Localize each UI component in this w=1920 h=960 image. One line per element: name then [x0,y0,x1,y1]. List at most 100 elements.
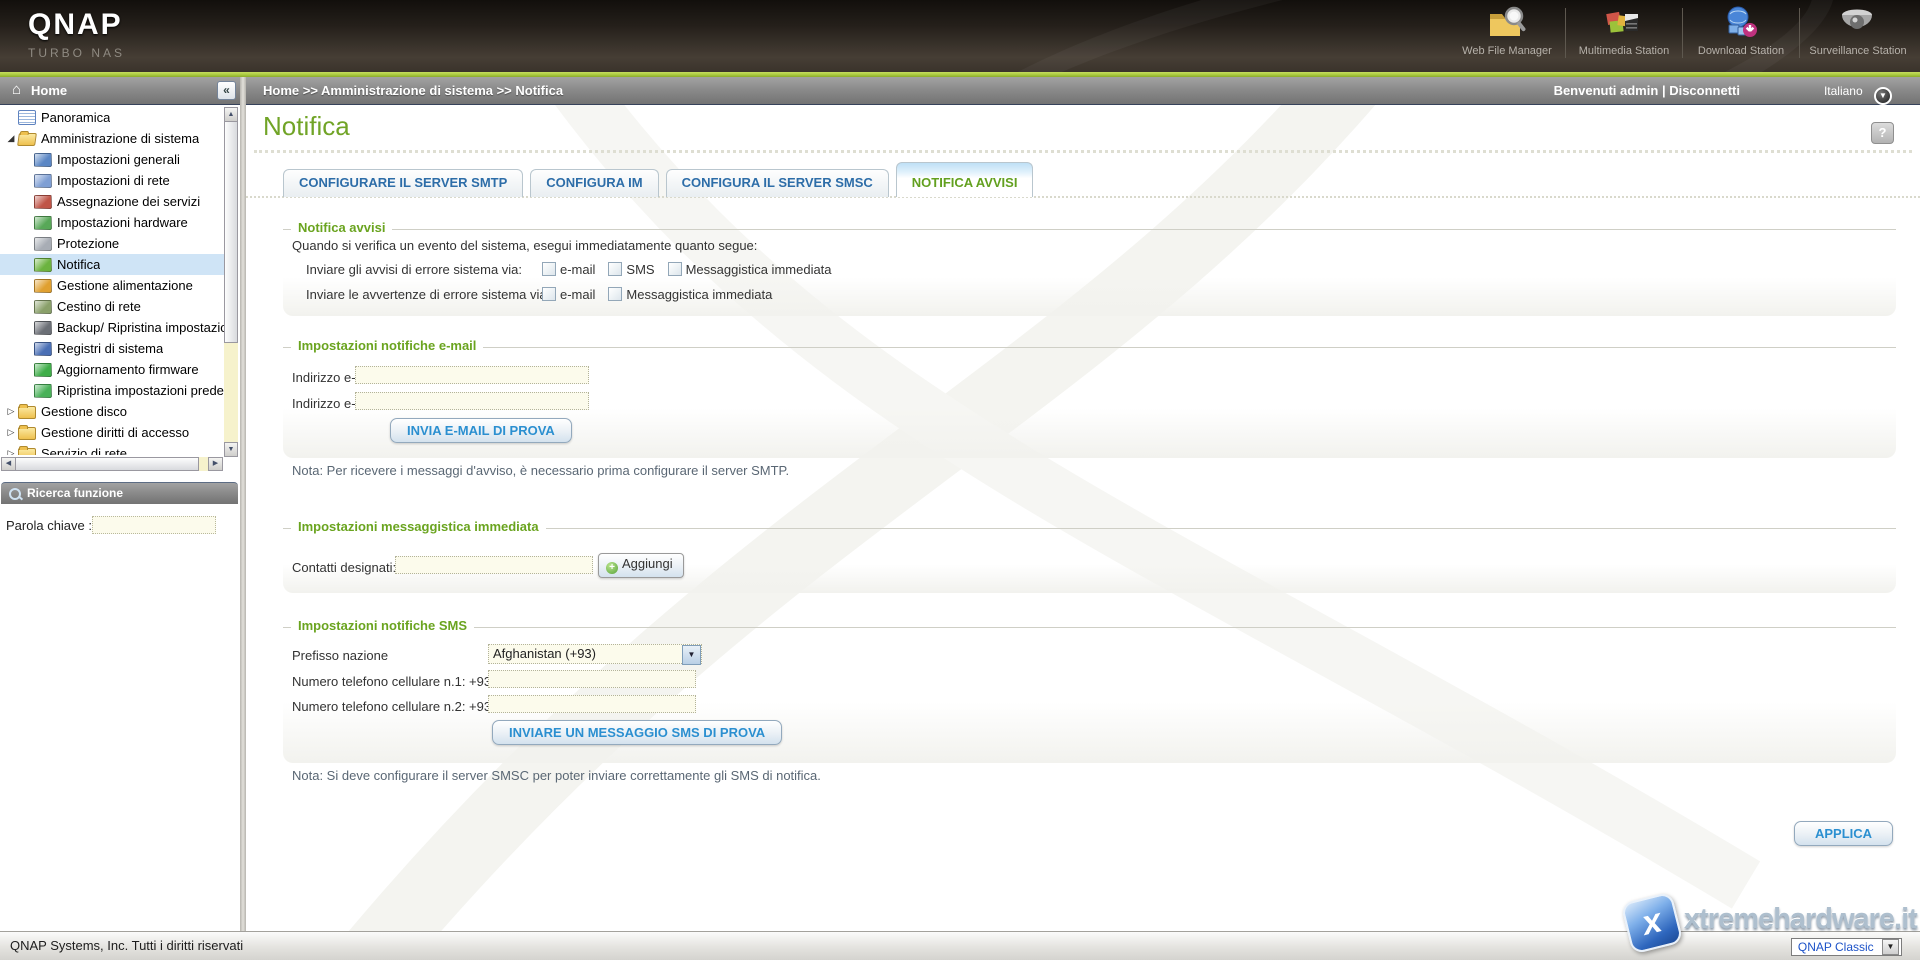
add-contact-button[interactable]: +Aggiungi [598,553,684,578]
station-multimedia-station[interactable]: Multimedia Station [1568,2,1680,68]
system-warning-alert-row: Inviare le avvertenze di errore sistema … [306,286,785,302]
email2-input[interactable] [355,392,589,410]
function-search-title: Ricerca funzione [27,483,123,504]
sidebar-item-disk-management[interactable]: ▷ Gestione disco [0,401,224,422]
sidebar-item-network-recycle-bin[interactable]: Cestino di rete [0,296,224,317]
title-separator [254,150,1912,153]
scroll-down-button[interactable]: ▼ [224,442,238,457]
skin-selector[interactable]: QNAP Classic ▼ [1791,938,1902,956]
sidebar: Panoramica◢Amministrazione di sistemaImp… [0,105,240,931]
notification-icon [34,258,52,272]
sms-notification-section: Impostazioni notifiche SMS Prefisso nazi… [283,627,1896,763]
send-test-email-button[interactable]: INVIA E-MAIL DI PROVA [390,418,572,443]
checkbox[interactable] [668,262,682,276]
scroll-right-button[interactable]: ▶ [208,457,223,471]
option-messaggistica-immediata: Messaggistica immediata [608,287,772,302]
tab-configurare-il-server-smtp[interactable]: CONFIGURARE IL SERVER SMTP [283,169,523,197]
vertical-scroll-thumb[interactable] [224,121,238,343]
checkbox[interactable] [542,262,556,276]
plus-icon: + [606,562,618,574]
sidebar-item-system-logs[interactable]: Registri di sistema [0,338,224,359]
disk-management-folder-icon [18,406,36,419]
keyword-input[interactable] [92,516,216,534]
tab-bar: CONFIGURARE IL SERVER SMTPCONFIGURA IM CO… [283,162,1040,197]
tree-item-label: Panoramica [41,107,110,128]
sidebar-item-notification[interactable]: Notifica [0,254,224,275]
sidebar-item-network-service[interactable]: ▷Servizio di rete [0,443,224,455]
service-assignment-icon [34,195,52,209]
sidebar-item-power-management[interactable]: Gestione alimentazione [0,275,224,296]
station-divider [1799,8,1800,58]
phone1-input[interactable] [488,670,696,688]
select-dropdown-arrow-icon[interactable]: ▼ [682,645,701,665]
phone2-input[interactable] [488,695,696,713]
alert-intro-text: Quando si verifica un evento del sistema… [292,238,757,253]
access-rights-folder-icon [18,427,36,440]
collapsed-arrow-icon[interactable]: ▷ [4,422,18,443]
tree-item-label: Gestione diritti di accesso [41,422,189,443]
sidebar-item-service-assignment[interactable]: Assegnazione dei servizi [0,191,224,212]
skin-selector-value: QNAP Classic [1798,940,1874,954]
tab-configura-im[interactable]: CONFIGURA IM [530,169,658,197]
navigation-tree: Panoramica◢Amministrazione di sistemaImp… [0,107,224,455]
instant-messaging-section: Impostazioni messaggistica immediata Con… [283,528,1896,593]
system-error-alert-row: Inviare gli avvisi di errore sistema via… [306,261,845,277]
sidebar-item-security[interactable]: Protezione [0,233,224,254]
sidebar-item-system-administration[interactable]: ◢Amministrazione di sistema [0,128,224,149]
email-section-legend: Impostazioni notifiche e-mail [291,338,483,353]
station-label: Download Station [1685,45,1797,57]
main-content: Notifica ? CONFIGURARE IL SERVER SMTPCON… [246,105,1920,931]
search-icon [9,488,21,500]
language-dropdown-icon[interactable]: ▼ [1874,87,1892,105]
station-label: Multimedia Station [1568,45,1680,57]
checkbox-label: SMS [626,262,654,277]
scroll-left-button[interactable]: ◀ [1,457,16,471]
tree-item-label: Impostazioni generali [57,149,180,170]
tab-notifica-avvisi[interactable]: NOTIFICA AVVISI [896,162,1034,197]
email1-input[interactable] [355,366,589,384]
collapsed-arrow-icon[interactable]: ▷ [4,401,18,422]
skin-dropdown-arrow-icon[interactable]: ▼ [1882,939,1899,955]
network-settings-icon [34,174,52,188]
station-download-station[interactable]: Download Station [1685,2,1797,68]
sidebar-item-firmware-update[interactable]: Aggiornamento firmware [0,359,224,380]
apply-button[interactable]: APPLICA [1794,821,1893,846]
tree-item-label: Assegnazione dei servizi [57,191,200,212]
checkbox[interactable] [608,262,622,276]
alert-row-label: Inviare gli avvisi di errore sistema via… [306,262,542,277]
tree-item-label: Gestione disco [41,401,127,422]
sidebar-collapse-button[interactable]: « [217,81,236,100]
tree-item-label: Backup/ Ripristina impostazioni [57,317,224,338]
collapsed-arrow-icon[interactable]: ▷ [4,443,18,455]
tab-configura-il-server-smsc[interactable]: CONFIGURA IL SERVER SMSC [666,169,889,197]
logout-link[interactable]: Disconnetti [1669,83,1740,98]
qnap-logo: QNAP TURBO NAS [28,8,125,60]
station-surveillance-station[interactable]: Surveillance Station [1802,2,1914,68]
sidebar-item-overview[interactable]: Panoramica [0,107,224,128]
sidebar-item-access-rights[interactable]: ▷ Gestione diritti di accesso [0,422,224,443]
expanded-arrow-icon[interactable]: ◢ [4,128,18,149]
sidebar-item-backup-restore-settings[interactable]: Backup/ Ripristina impostazioni [0,317,224,338]
sidebar-item-network-settings[interactable]: Impostazioni di rete [0,170,224,191]
smtp-note: Nota: Per ricevere i messaggi d'avviso, … [292,463,789,478]
help-button[interactable]: ? [1871,122,1894,144]
checkbox-label: Messaggistica immediata [686,262,832,277]
sidebar-item-restore-defaults[interactable]: Ripristina impostazioni predefinite [0,380,224,401]
horizontal-scroll-thumb[interactable] [15,457,199,471]
country-prefix-select[interactable]: Afghanistan (+93) ▼ [488,644,702,664]
country-prefix-label: Prefisso nazione [292,648,388,663]
restore-defaults-icon [34,384,52,398]
copyright-text: QNAP Systems, Inc. Tutti i diritti riser… [10,938,243,953]
checkbox[interactable] [542,287,556,301]
language-label: Italiano [1824,84,1863,98]
hardware-settings-icon [34,216,52,230]
station-web-file-manager[interactable]: Web File Manager [1451,2,1563,68]
contacts-input[interactable] [395,556,593,574]
checkbox[interactable] [608,287,622,301]
security-icon [34,237,52,251]
session-separator: | [1662,83,1666,98]
send-test-sms-button[interactable]: INVIARE UN MESSAGGIO SMS DI PROVA [492,720,782,745]
sidebar-item-hardware-settings[interactable]: Impostazioni hardware [0,212,224,233]
sidebar-item-general-settings[interactable]: Impostazioni generali [0,149,224,170]
scroll-up-button[interactable]: ▲ [224,107,238,122]
